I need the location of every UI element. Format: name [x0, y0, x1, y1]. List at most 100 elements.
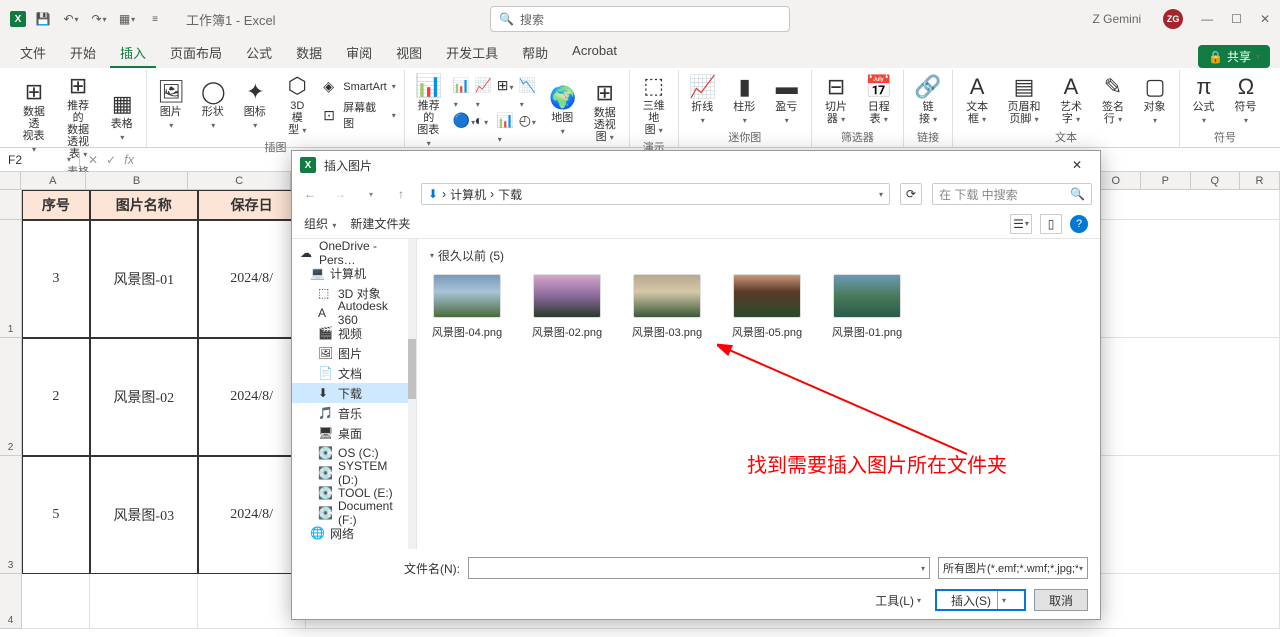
breadcrumb-item[interactable]: 计算机	[450, 186, 486, 203]
chart-type-icon[interactable]: ◴▾	[519, 112, 539, 145]
column-header[interactable]: B	[86, 172, 189, 189]
user-avatar[interactable]: ZG	[1163, 9, 1183, 29]
ribbon-数据透视图[interactable]: ⊞数据透视图 ▾	[587, 77, 623, 146]
search-box[interactable]: 🔍 搜索	[490, 6, 790, 32]
name-box[interactable]: F2 ▾	[0, 153, 80, 167]
row-header[interactable]	[0, 190, 22, 220]
tab-开发工具[interactable]: 开发工具	[436, 39, 508, 68]
ribbon-形状[interactable]: ◯形状 ▾	[195, 76, 231, 134]
dialog-close-icon[interactable]: ✕	[1062, 158, 1092, 172]
tab-页面布局[interactable]: 页面布局	[160, 39, 232, 68]
file-type-filter[interactable]: 所有图片(*.emf;*.wmf;*.jpg;*.j ▾	[938, 557, 1088, 579]
close-icon[interactable]: ✕	[1260, 12, 1270, 26]
ribbon-文本框[interactable]: A文本框 ▾	[959, 71, 995, 128]
nav-up-icon[interactable]: ↑	[391, 187, 411, 201]
ribbon-公式[interactable]: π公式 ▾	[1186, 71, 1222, 129]
ribbon-3D 模型[interactable]: ⬡3D 模型 ▾	[279, 70, 315, 139]
new-folder-button[interactable]: 新建文件夹	[350, 215, 410, 232]
ribbon-推荐的图表[interactable]: 📊推荐的图表 ▾	[411, 70, 447, 152]
ribbon-签名行[interactable]: ✎签名行 ▾	[1095, 71, 1131, 128]
ribbon-三维地图[interactable]: ⬚三维地图 ▾	[636, 70, 672, 139]
ribbon-日程表[interactable]: 📅日程表 ▾	[860, 71, 897, 128]
column-header[interactable]: Q	[1191, 172, 1240, 189]
ribbon-表格[interactable]: ▦表格 ▾	[104, 88, 140, 146]
tab-Acrobat[interactable]: Acrobat	[562, 39, 627, 68]
ribbon-切片器[interactable]: ⊟切片器 ▾	[818, 71, 855, 128]
nav-history-icon[interactable]: ▾	[361, 190, 381, 199]
nav-item-SYSTEM (D:)[interactable]: 💽SYSTEM (D:)	[292, 463, 416, 483]
cell[interactable]: 2024/8/	[198, 220, 306, 338]
ribbon-符号[interactable]: Ω符号 ▾	[1228, 71, 1264, 129]
nav-item-OneDrive - Pers…[interactable]: ☁OneDrive - Pers…	[292, 243, 416, 263]
insert-button[interactable]: 插入(S)▾	[935, 589, 1026, 611]
row-header[interactable]: 1	[0, 220, 22, 338]
ribbon-图片[interactable]: 🖼图片 ▾	[153, 76, 189, 134]
chart-type-icon[interactable]: 📉▾	[519, 77, 539, 110]
organize-button[interactable]: 组织 ▾	[304, 215, 336, 232]
cell[interactable]: 风景图-01	[90, 220, 198, 338]
ribbon-对象[interactable]: ▢对象 ▾	[1137, 71, 1173, 129]
ribbon-数据透视表[interactable]: ⊞数据透视表 ▾	[16, 76, 52, 158]
row-header[interactable]: 2	[0, 338, 22, 456]
fx-icon[interactable]: fx	[124, 152, 134, 167]
chart-type-icon[interactable]: 📊▾	[453, 77, 473, 110]
nav-back-icon[interactable]: ←	[300, 187, 320, 201]
nav-item-Autodesk 360[interactable]: AAutodesk 360	[292, 303, 416, 323]
cell[interactable]: 图片名称	[90, 190, 198, 220]
file-group-header[interactable]: ▾ 很久以前 (5)	[429, 247, 1088, 264]
confirm-formula-icon[interactable]: ✓	[106, 153, 116, 167]
file-item[interactable]: 风景图-04.png	[429, 274, 505, 340]
redo-icon[interactable]: ↷▾	[88, 8, 110, 30]
tab-开始[interactable]: 开始	[60, 39, 106, 68]
cell[interactable]	[198, 574, 306, 629]
nav-item-图片[interactable]: 🖼图片	[292, 343, 416, 363]
share-button[interactable]: 🔒 共享 ▾	[1198, 45, 1270, 68]
undo-icon[interactable]: ↶▾	[60, 8, 82, 30]
tab-公式[interactable]: 公式	[236, 39, 282, 68]
qat-more-icon[interactable]: ▦▾	[116, 8, 138, 30]
ribbon-柱形[interactable]: ▮柱形 ▾	[727, 71, 763, 129]
cell[interactable]: 风景图-02	[90, 338, 198, 456]
ribbon-图标[interactable]: ✦图标 ▾	[237, 76, 273, 134]
column-header[interactable]: R	[1240, 172, 1280, 189]
save-icon[interactable]: 💾	[32, 8, 54, 30]
tab-文件[interactable]: 文件	[10, 39, 56, 68]
breadcrumb-item[interactable]: 下载	[498, 186, 522, 203]
nav-item-文档[interactable]: 📄文档	[292, 363, 416, 383]
chart-type-icon[interactable]: 📈▾	[475, 77, 495, 110]
breadcrumb[interactable]: ⬇ › 计算机 › 下载 ▾	[421, 183, 890, 205]
nav-scrollbar-thumb[interactable]	[408, 339, 416, 399]
column-header[interactable]: P	[1141, 172, 1190, 189]
tab-插入[interactable]: 插入	[110, 39, 156, 68]
qat-customize-icon[interactable]: ≡	[144, 8, 166, 30]
chart-type-icon[interactable]: ⊞▾	[497, 77, 517, 110]
chart-type-icon[interactable]: 🔵▾	[453, 112, 473, 145]
tools-button[interactable]: 工具(L) ▾	[869, 590, 927, 611]
ribbon-屏幕截图[interactable]: ⊡屏幕截图▾	[321, 98, 397, 132]
maximize-icon[interactable]: ☐	[1231, 12, 1242, 26]
tab-审阅[interactable]: 审阅	[336, 39, 382, 68]
cell[interactable]: 保存日	[198, 190, 306, 220]
cell[interactable]	[90, 574, 198, 629]
column-header[interactable]: C	[188, 172, 291, 189]
cell[interactable]: 2	[22, 338, 90, 456]
file-list-pane[interactable]: ▾ 很久以前 (5) 风景图-04.png 风景图-02.png 风景图-03.pn…	[417, 239, 1100, 549]
nav-item-桌面[interactable]: 🖥桌面	[292, 423, 416, 443]
file-item[interactable]: 风景图-01.png	[829, 274, 905, 340]
nav-item-Document (F:)[interactable]: 💽Document (F:)	[292, 503, 416, 523]
select-all-corner[interactable]	[0, 172, 21, 189]
chart-type-icon[interactable]: 📊▾	[497, 112, 517, 145]
cell[interactable]: 2024/8/	[198, 338, 306, 456]
file-item[interactable]: 风景图-02.png	[529, 274, 605, 340]
help-icon[interactable]: ?	[1070, 215, 1088, 233]
file-item[interactable]: 风景图-03.png	[629, 274, 705, 340]
ribbon-地图[interactable]: 🌍地图 ▾	[545, 82, 581, 140]
cancel-formula-icon[interactable]: ✕	[88, 153, 98, 167]
tab-帮助[interactable]: 帮助	[512, 39, 558, 68]
ribbon-SmartArt[interactable]: ◈SmartArt▾	[321, 77, 397, 96]
preview-pane-icon[interactable]: ▯	[1040, 214, 1062, 234]
cell[interactable]: 风景图-03	[90, 456, 198, 574]
row-header[interactable]: 3	[0, 456, 22, 574]
dialog-search-box[interactable]: 在 下载 中搜索 🔍	[932, 183, 1092, 205]
cell[interactable]: 序号	[22, 190, 90, 220]
